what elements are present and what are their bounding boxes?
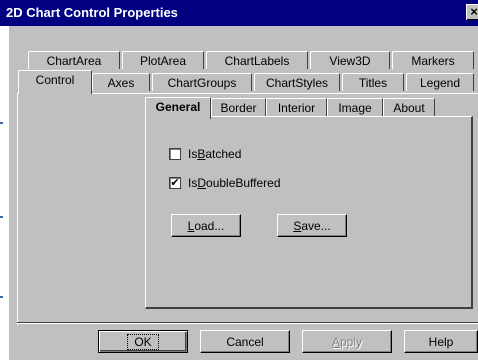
tab-control[interactable]: Control bbox=[18, 70, 92, 94]
save-label-rest: ave... bbox=[301, 219, 331, 233]
ok-label: OK bbox=[127, 334, 159, 350]
tab-chartarea[interactable]: ChartArea bbox=[28, 51, 120, 69]
tab-plotarea[interactable]: PlotArea bbox=[122, 51, 204, 69]
ok-button[interactable]: OK bbox=[98, 330, 188, 353]
isdoublebuffered-checkbox[interactable]: ✔ bbox=[169, 177, 181, 189]
apply-mnemonic: A bbox=[331, 335, 340, 349]
cancel-button[interactable]: Cancel bbox=[200, 330, 290, 353]
edge-mark bbox=[0, 216, 3, 218]
tab-chartstyles[interactable]: ChartStyles bbox=[254, 73, 340, 91]
isdoublebuffered-label-mnemonic: D bbox=[197, 176, 207, 190]
tab-chartgroups[interactable]: ChartGroups bbox=[152, 73, 252, 91]
general-tab-panel bbox=[145, 116, 473, 309]
isbatched-label[interactable]: IsBatched bbox=[188, 147, 241, 161]
apply-button[interactable]: Apply bbox=[302, 330, 392, 353]
tab-axes[interactable]: Axes bbox=[92, 73, 150, 91]
left-edge-strip bbox=[0, 26, 9, 360]
edge-mark bbox=[0, 296, 3, 298]
help-button[interactable]: Help bbox=[404, 330, 478, 353]
tab-interior[interactable]: Interior bbox=[266, 98, 327, 117]
check-icon: ✔ bbox=[170, 177, 180, 189]
properties-dialog: 2D Chart Control Properties × ChartArea … bbox=[0, 0, 478, 360]
isbatched-checkbox[interactable] bbox=[169, 148, 181, 160]
isdoublebuffered-label[interactable]: IsDoubleBuffered bbox=[188, 176, 281, 190]
window-title: 2D Chart Control Properties bbox=[6, 5, 178, 20]
separator bbox=[17, 323, 478, 324]
isdoublebuffered-label-rest: oubleBuffered bbox=[206, 176, 281, 190]
title-bar[interactable]: 2D Chart Control Properties × bbox=[0, 0, 478, 26]
tab-legend[interactable]: Legend bbox=[406, 73, 474, 91]
isdoublebuffered-label-prefix: Is bbox=[188, 176, 198, 190]
isbatched-label-rest: atched bbox=[205, 147, 242, 161]
save-button[interactable]: Save... bbox=[277, 214, 347, 237]
edge-mark bbox=[0, 122, 3, 124]
tab-general[interactable]: General bbox=[145, 97, 211, 119]
isbatched-label-prefix: Is bbox=[188, 147, 198, 161]
close-icon[interactable]: × bbox=[466, 4, 478, 20]
tab-markers[interactable]: Markers bbox=[392, 51, 474, 69]
load-label-rest: oad... bbox=[194, 219, 225, 233]
tab-image[interactable]: Image bbox=[327, 98, 383, 117]
apply-label-rest: pply bbox=[340, 335, 363, 349]
tab-view3d[interactable]: View3D bbox=[310, 51, 390, 69]
load-button[interactable]: Load... bbox=[171, 214, 241, 237]
tab-about[interactable]: About bbox=[383, 98, 435, 117]
tab-titles[interactable]: Titles bbox=[342, 73, 404, 91]
tab-chartlabels[interactable]: ChartLabels bbox=[206, 51, 308, 69]
tab-border[interactable]: Border bbox=[211, 98, 266, 117]
